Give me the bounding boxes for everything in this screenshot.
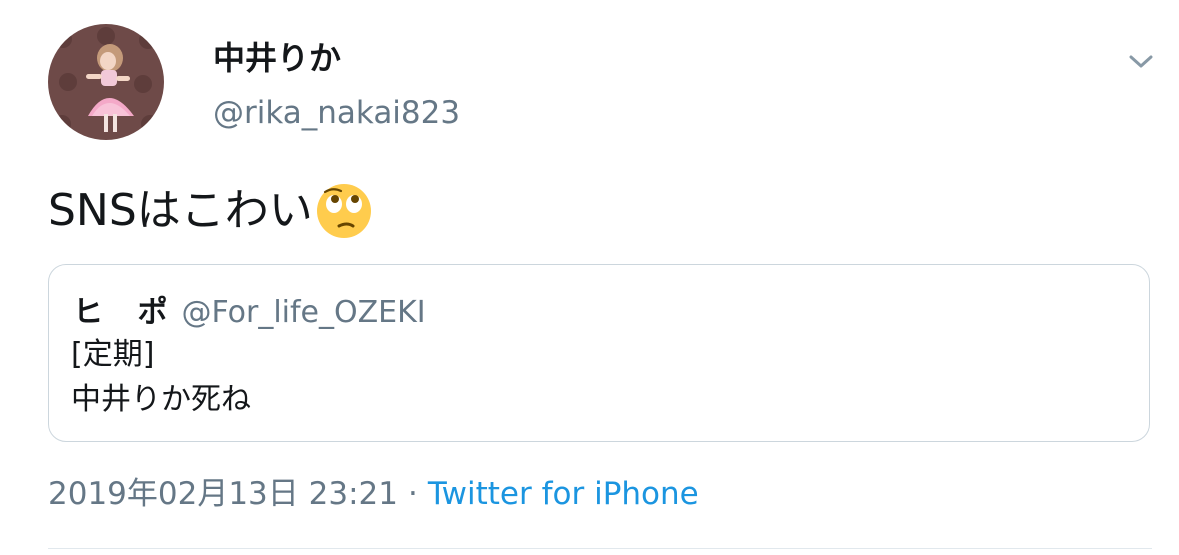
author-display-name[interactable]: 中井りか xyxy=(213,38,341,78)
quoted-tweet-header: ヒ ポ @For_life_OZEKI xyxy=(73,287,426,331)
quoted-tweet-text-line: [定期] xyxy=(71,337,155,372)
tweet-timestamp[interactable]: 2019年02月13日 23:21 xyxy=(48,476,398,512)
author-handle[interactable]: @rika_nakai823 xyxy=(213,93,460,133)
chevron-down-icon[interactable] xyxy=(1127,52,1155,72)
meta-separator: · xyxy=(407,476,418,512)
tweet-text: SNSはこわい xyxy=(48,185,313,236)
tweet-meta: 2019年02月13日 23:21 · Twitter for iPhone xyxy=(48,474,699,514)
tweet-source-link[interactable]: Twitter for iPhone xyxy=(428,476,699,512)
avatar[interactable] xyxy=(48,24,164,140)
quoted-author-name: ヒ ポ xyxy=(73,295,180,330)
quoted-tweet-text-line: 中井りか死ね xyxy=(71,382,251,417)
avatar-photo-icon xyxy=(48,24,164,140)
tweet-card: 中井りか @rika_nakai823 SNSはこわい ヒ ポ @For_lif… xyxy=(0,0,1179,555)
rolling-eyes-emoji-icon xyxy=(315,182,373,240)
quoted-author-handle: @For_life_OZEKI xyxy=(181,295,426,330)
quoted-tweet[interactable]: ヒ ポ @For_life_OZEKI [定期] 中井りか死ね xyxy=(48,264,1150,442)
tweet-body: SNSはこわい xyxy=(48,182,373,240)
divider xyxy=(48,548,1152,549)
